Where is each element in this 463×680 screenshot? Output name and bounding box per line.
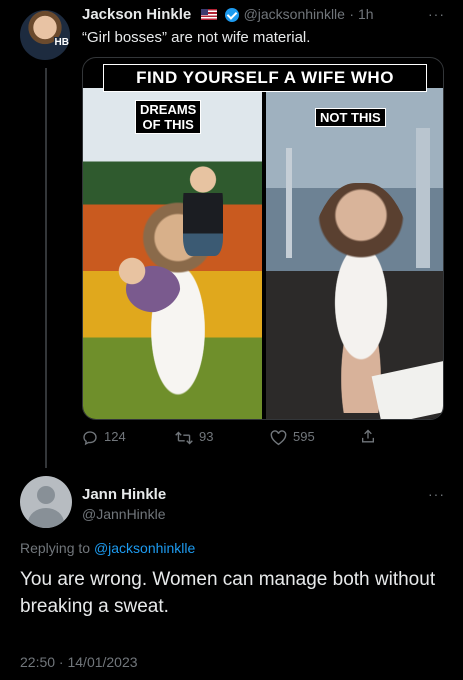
reply-text: You are wrong. Women can manage both wit… (20, 569, 436, 617)
heart-icon (270, 429, 287, 445)
meme-banner: FIND YOURSELF A WIFE WHO (103, 64, 427, 92)
reply-count: 124 (104, 429, 126, 444)
verified-badge-icon (225, 7, 240, 22)
left-label: DREAMS OF THIS (135, 100, 202, 134)
share-action[interactable] (360, 428, 376, 448)
us-flag-icon (200, 9, 217, 21)
replying-to-line: Replying to @jacksonhinklle (20, 540, 195, 556)
retweet-count: 93 (199, 429, 214, 444)
tweet-header: Jackson Hinkle @jacksonhinklle · 1h (82, 6, 374, 24)
author-name[interactable]: Jackson Hinkle (82, 6, 191, 23)
toddler-figure (183, 166, 223, 256)
avatar-tag: HB (53, 37, 70, 48)
reply-more-options-icon[interactable]: ··· (428, 486, 445, 502)
tweet-text: “Girl bosses” are not wife material. (82, 29, 311, 46)
more-options-icon[interactable]: ··· (428, 6, 445, 22)
avatar-default[interactable] (20, 476, 72, 528)
reply-author-handle[interactable]: @JannHinkle (82, 506, 165, 522)
reply-author-name[interactable]: Jann Hinkle (82, 486, 166, 503)
author-handle[interactable]: @jacksonhinklle (244, 6, 345, 22)
like-action[interactable]: 595 (270, 429, 315, 446)
office-woman-photo (266, 88, 443, 419)
reply-action[interactable]: 124 (82, 429, 126, 446)
tweet-time[interactable]: · 1h (349, 6, 373, 22)
replying-prefix: Replying to (20, 540, 94, 556)
baby-figure (111, 253, 181, 313)
retweet-icon (175, 431, 193, 445)
share-icon (362, 429, 374, 443)
mother-field-photo (83, 88, 262, 419)
reply-icon (83, 430, 97, 445)
reply-timestamp[interactable]: 22:50 · 14/01/2023 (20, 654, 138, 670)
right-label: NOT THIS (315, 108, 386, 127)
avatar[interactable]: HB (20, 10, 70, 60)
replying-to-link[interactable]: @jacksonhinklle (94, 540, 195, 556)
thread-connector-line (45, 68, 47, 468)
retweet-action[interactable]: 93 (175, 429, 213, 446)
like-count: 595 (293, 429, 315, 444)
tweet-media[interactable]: FIND YOURSELF A WIFE WHO DREAMS OF THIS … (82, 57, 444, 420)
